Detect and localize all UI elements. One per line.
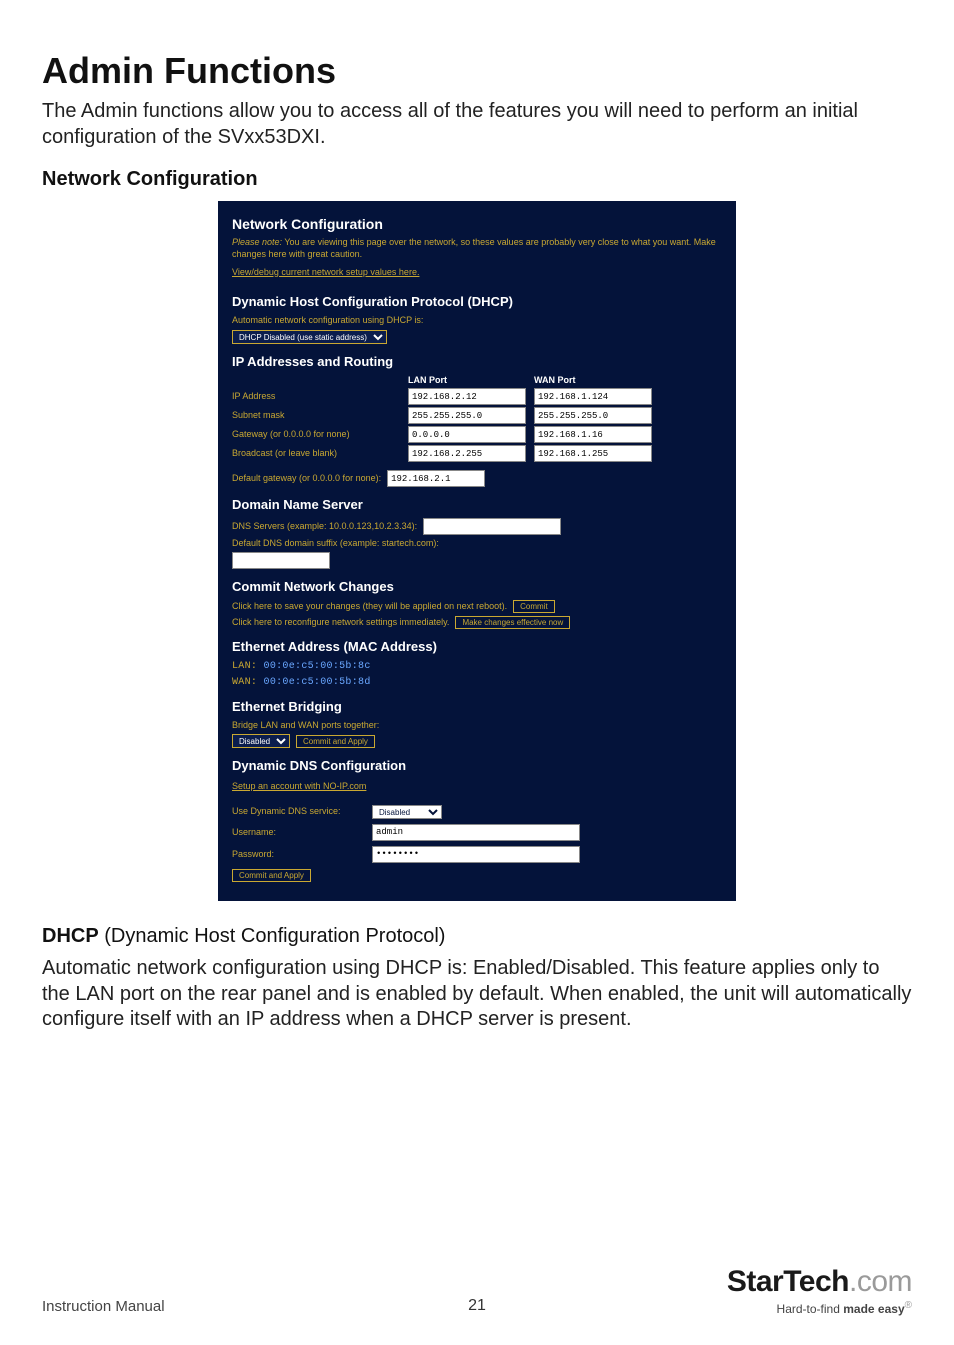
dhcp-label: Automatic network configuration using DH…	[232, 315, 722, 327]
dns-suffix-input[interactable]	[232, 552, 330, 569]
gateway-lan-input[interactable]	[408, 426, 526, 443]
footer-page-number: 21	[468, 1297, 486, 1315]
ddns-commit-button[interactable]: Commit and Apply	[232, 869, 311, 882]
mac-wan: WAN: 00:0e:c5:00:5b:8d	[232, 676, 722, 689]
default-gateway-input[interactable]	[387, 470, 485, 487]
bridge-select[interactable]: Disabled	[232, 734, 290, 748]
ip-address-lan-input[interactable]	[408, 388, 526, 405]
broadcast-lan-input[interactable]	[408, 445, 526, 462]
dns-servers-label: DNS Servers (example: 10.0.0.123,10.2.3.…	[232, 521, 417, 533]
page-title: Admin Functions	[42, 50, 912, 92]
gateway-wan-input[interactable]	[534, 426, 652, 443]
mac-wan-key: WAN:	[232, 677, 257, 688]
page-intro: The Admin functions allow you to access …	[42, 98, 912, 150]
note-prefix: Please note:	[232, 237, 282, 247]
ip-row-label: Subnet mask	[232, 410, 402, 422]
default-gateway-label: Default gateway (or 0.0.0.0 for none):	[232, 473, 381, 485]
brand-block: StarTech.com Hard-to-find made easy®	[727, 1267, 912, 1315]
commit-apply-label: Click here to reconfigure network settin…	[232, 617, 449, 629]
broadcast-wan-input[interactable]	[534, 445, 652, 462]
panel-title: Network Configuration	[232, 215, 722, 233]
brand-logo: StarTech.com	[727, 1267, 912, 1297]
dns-heading: Domain Name Server	[232, 497, 722, 514]
ddns-password-input[interactable]	[372, 846, 580, 863]
ip-row-label: Gateway (or 0.0.0.0 for none)	[232, 429, 402, 441]
ip-address-wan-input[interactable]	[534, 388, 652, 405]
brand-tag-plain: Hard-to-find	[777, 1302, 844, 1316]
dhcp-term-heading: DHCP (Dynamic Host Configuration Protoco…	[42, 925, 912, 948]
page-footer: Instruction Manual 21 StarTech.com Hard-…	[42, 1245, 912, 1315]
ddns-username-input[interactable]	[372, 824, 580, 841]
footer-manual-label: Instruction Manual	[42, 1298, 165, 1315]
view-debug-link[interactable]: View/debug current network setup values …	[232, 267, 419, 279]
brand-logo-main: StarTech	[727, 1265, 849, 1298]
brand-reg-mark: ®	[905, 1300, 912, 1311]
brand-tagline: Hard-to-find made easy®	[727, 1301, 912, 1315]
bridge-commit-button[interactable]: Commit and Apply	[296, 735, 375, 748]
dhcp-term-rest: (Dynamic Host Configuration Protocol)	[99, 925, 446, 947]
brand-logo-suffix: .com	[849, 1265, 912, 1298]
commit-save-label: Click here to save your changes (they wi…	[232, 601, 507, 613]
mac-lan-value: 00:0e:c5:00:5b:8c	[257, 661, 370, 672]
panel-caution-note: Please note: You are viewing this page o…	[232, 237, 722, 260]
dhcp-heading: Dynamic Host Configuration Protocol (DHC…	[232, 294, 722, 311]
ip-row-label: Broadcast (or leave blank)	[232, 448, 402, 460]
dhcp-mode-select[interactable]: DHCP Disabled (use static address)	[232, 330, 387, 344]
ddns-use-select[interactable]: Disabled	[372, 805, 442, 819]
commit-heading: Commit Network Changes	[232, 579, 722, 596]
bridge-heading: Ethernet Bridging	[232, 699, 722, 716]
mac-wan-value: 00:0e:c5:00:5b:8d	[257, 677, 370, 688]
bridge-label: Bridge LAN and WAN ports together:	[232, 720, 722, 732]
mac-lan-key: LAN:	[232, 661, 257, 672]
ip-col-wan: WAN Port	[534, 375, 654, 387]
apply-now-button[interactable]: Make changes effective now	[455, 616, 570, 629]
subnet-wan-input[interactable]	[534, 407, 652, 424]
mac-lan: LAN: 00:0e:c5:00:5b:8c	[232, 660, 722, 673]
dns-suffix-label: Default DNS domain suffix (example: star…	[232, 538, 722, 550]
noip-link[interactable]: Setup an account with NO-IP.com	[232, 781, 366, 793]
ddns-pass-label: Password:	[232, 849, 372, 861]
ddns-use-label: Use Dynamic DNS service:	[232, 806, 372, 818]
commit-button[interactable]: Commit	[513, 600, 555, 613]
ip-col-lan: LAN Port	[408, 375, 528, 387]
mac-heading: Ethernet Address (MAC Address)	[232, 639, 722, 656]
ip-row-label: IP Address	[232, 391, 402, 403]
ddns-heading: Dynamic DNS Configuration	[232, 758, 722, 775]
note-rest: You are viewing this page over the netwo…	[232, 237, 716, 259]
dhcp-term-bold: DHCP	[42, 925, 99, 947]
ip-routing-heading: IP Addresses and Routing	[232, 354, 722, 371]
admin-panel-screenshot: Network Configuration Please note: You a…	[218, 201, 736, 901]
subnet-lan-input[interactable]	[408, 407, 526, 424]
ddns-user-label: Username:	[232, 827, 372, 839]
ip-table: LAN Port WAN Port IP Address Subnet mask…	[232, 375, 722, 463]
section-network-config-heading: Network Configuration	[42, 168, 912, 191]
dhcp-description: Automatic network configuration using DH…	[42, 956, 912, 1033]
brand-tag-bold: made easy	[843, 1302, 904, 1316]
dns-servers-input[interactable]	[423, 518, 561, 535]
